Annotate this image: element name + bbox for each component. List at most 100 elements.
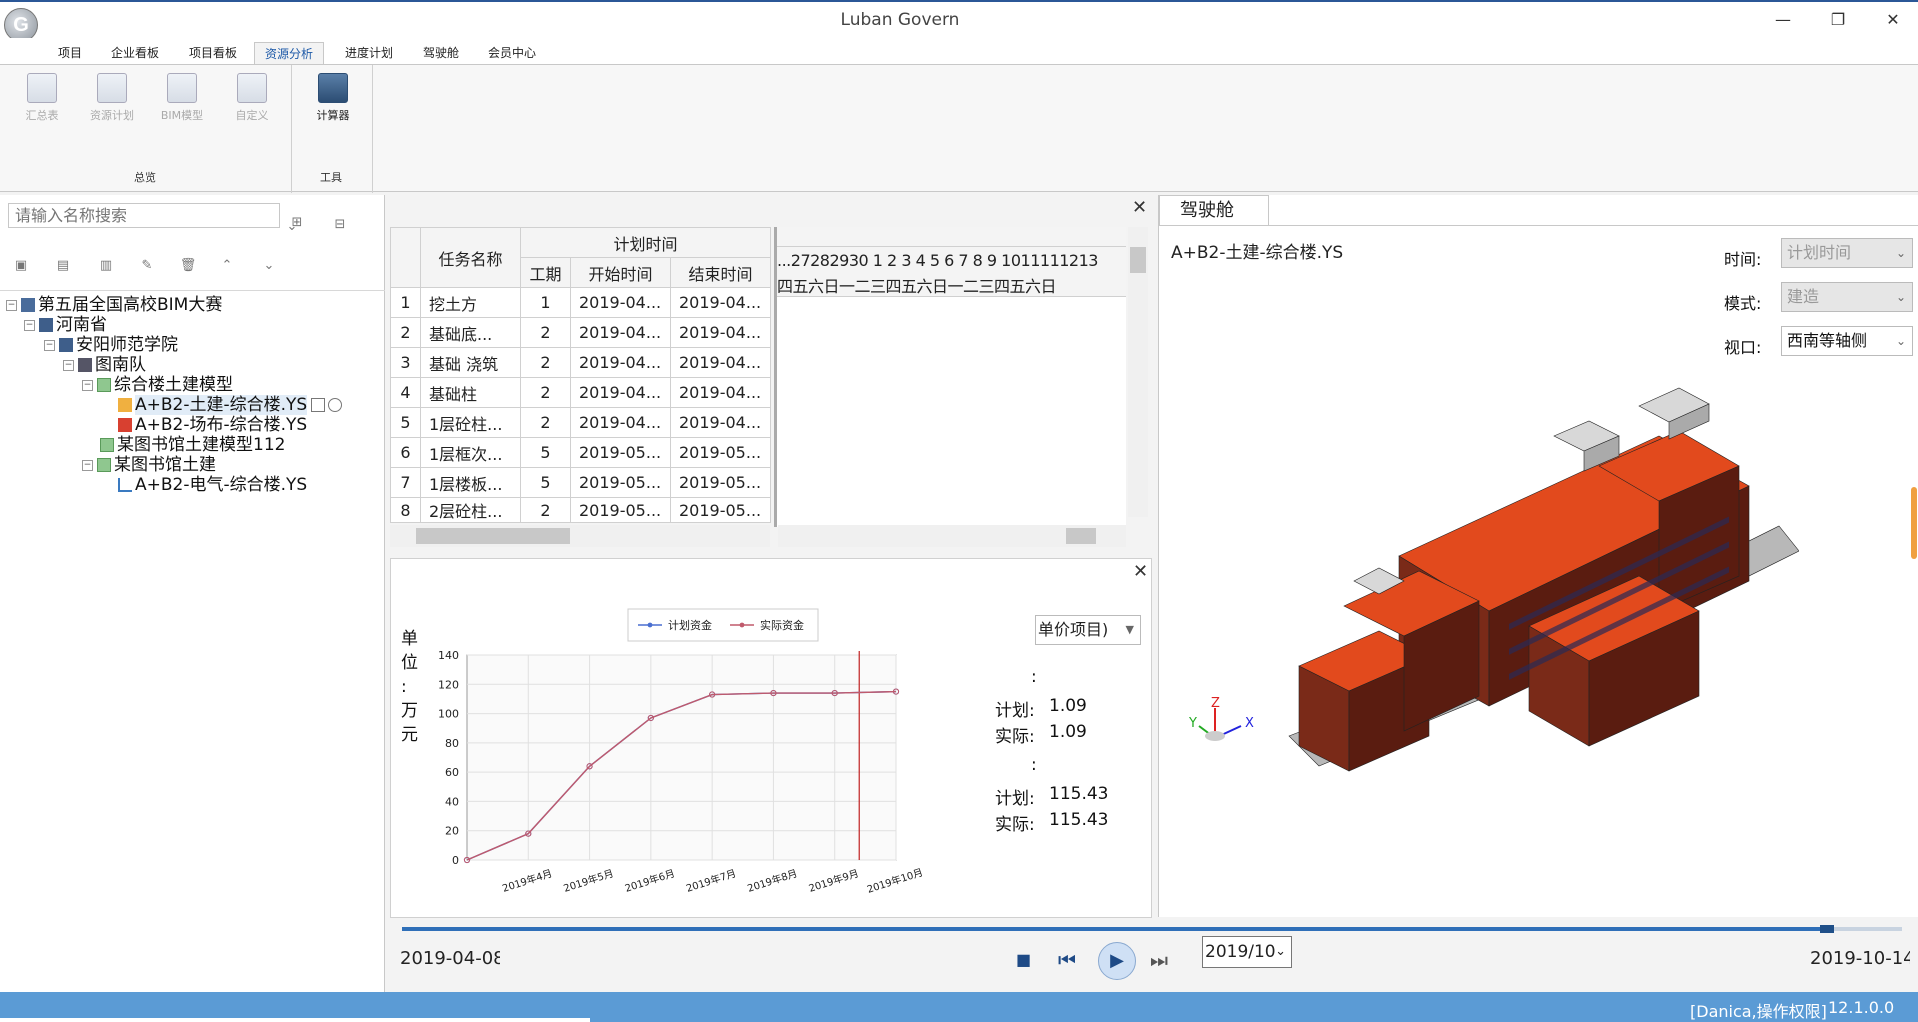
item-type-select[interactable]: 单价项目) ▼ bbox=[1035, 615, 1141, 645]
project-tree-panel: ⌄ ⊞ ⊟ ▣ ▤ ▥ ✎ 🗑 ⌃ ⌄ −第五届全国高校BIM大赛 −河南省 −… bbox=[0, 195, 385, 992]
table-header-end[interactable]: 结束时间 bbox=[670, 257, 771, 288]
menu-tab-enterprise-board[interactable]: 企业看板 bbox=[101, 42, 169, 64]
add-folder-icon[interactable]: ▣ bbox=[12, 258, 30, 274]
collapse-toggle-icon[interactable]: − bbox=[44, 339, 55, 351]
task-panel-close-icon[interactable]: ✕ bbox=[1132, 197, 1147, 218]
collapse-toggle-icon[interactable]: − bbox=[82, 379, 93, 391]
actual-value-2: 115.43 bbox=[1049, 810, 1109, 830]
summary-table-button[interactable]: 汇总表 bbox=[9, 73, 75, 123]
skip-forward-icon: ⏭ bbox=[1150, 948, 1168, 972]
gantt-chart[interactable]: ...27282930 1 2 3 4 5 6 7 8 9 1011111213… bbox=[774, 227, 1126, 527]
calculator-button[interactable]: 计算器 bbox=[300, 73, 366, 123]
cockpit-tab[interactable]: 驾驶舱 bbox=[1159, 195, 1269, 225]
stop-button[interactable]: ■ bbox=[1016, 950, 1038, 972]
resource-plan-button[interactable]: 资源计划 bbox=[79, 73, 145, 123]
task-scroll-thumb[interactable] bbox=[1130, 247, 1146, 273]
table-header-start[interactable]: 开始时间 bbox=[570, 257, 671, 288]
tree-item-site-file[interactable]: A+B2-场布-综合楼.YS bbox=[118, 415, 307, 435]
timeline-track[interactable] bbox=[402, 925, 1902, 933]
task-vertical-scrollbar[interactable] bbox=[1128, 227, 1148, 517]
gantt-header: ...27282930 1 2 3 4 5 6 7 8 9 1011111213… bbox=[777, 247, 1126, 297]
menu-tab-schedule[interactable]: 进度计划 bbox=[335, 42, 403, 64]
ribbon-separator bbox=[372, 65, 373, 193]
table-horizontal-scrollbar[interactable] bbox=[390, 525, 770, 547]
table-header-name[interactable]: 任务名称 bbox=[420, 227, 521, 288]
collapse-toggle-icon[interactable]: − bbox=[24, 319, 35, 331]
table-scroll-thumb[interactable] bbox=[416, 528, 570, 544]
x-tick-label: 2019年7月 bbox=[684, 866, 737, 894]
table-row[interactable]: 1 挖土方 1 2019-04... 2019-04... bbox=[390, 287, 771, 318]
close-button[interactable]: ✕ bbox=[1878, 8, 1908, 32]
collapse-toggle-icon[interactable]: − bbox=[63, 359, 74, 371]
edit-icon[interactable]: ✎ bbox=[138, 258, 156, 274]
plan-value-2: 115.43 bbox=[1049, 784, 1109, 804]
table-row[interactable]: 4 基础柱 2 2019-04... 2019-04... bbox=[390, 377, 771, 408]
y-tick-label: 60 bbox=[445, 766, 459, 779]
table-header-duration[interactable]: 工期 bbox=[520, 257, 571, 288]
expand-all-icon[interactable]: ⊞ bbox=[288, 215, 306, 231]
time-select[interactable]: 计划时间 ⌄ bbox=[1781, 238, 1913, 268]
rewind-button[interactable]: ⏮ bbox=[1058, 948, 1088, 972]
menu-tab-member-center[interactable]: 会员中心 bbox=[478, 42, 546, 64]
tree-item-library-model[interactable]: 某图书馆土建模型112 bbox=[100, 435, 285, 455]
gantt-horizontal-scrollbar[interactable] bbox=[778, 525, 1126, 547]
collapse-toggle-icon[interactable]: − bbox=[6, 299, 17, 311]
tree-item-model-file[interactable]: A+B2-土建-综合楼.YS bbox=[118, 395, 345, 415]
model-viewport[interactable]: A+B2-土建-综合楼.YS 时间: 计划时间 ⌄ 模式: 建造 ⌄ 视口: 西南等… bbox=[1159, 225, 1918, 917]
axis-z-label: Z bbox=[1211, 696, 1220, 711]
bim-model-button[interactable]: BIM模型 bbox=[149, 73, 215, 123]
custom-button[interactable]: 自定义 bbox=[219, 73, 285, 123]
delete-icon[interactable]: 🗑 bbox=[179, 258, 197, 274]
x-tick-label: 2019年5月 bbox=[562, 866, 615, 894]
status-bar: [Danica,操作权限] 12.1.0.0 bbox=[0, 992, 1918, 1022]
table-row[interactable]: 6 1层框次... 5 2019-05... 2019-05... bbox=[390, 437, 771, 468]
add-item-icon[interactable]: ▤ bbox=[54, 258, 72, 274]
play-button[interactable]: ▶ bbox=[1098, 942, 1136, 980]
minimize-button[interactable]: — bbox=[1768, 8, 1798, 32]
tree-item-team[interactable]: − 图南队 bbox=[63, 355, 146, 375]
tree-item-competition[interactable]: − 第五届全国高校BIM大赛 bbox=[6, 295, 222, 315]
timeline-thumb[interactable] bbox=[1820, 925, 1834, 933]
menu-tab-project[interactable]: 项目 bbox=[48, 42, 92, 64]
view-icon[interactable] bbox=[328, 398, 343, 412]
table-header-plan: 计划时间 bbox=[520, 227, 771, 258]
collapse-all-icon[interactable]: ⊟ bbox=[331, 217, 349, 233]
maximize-button[interactable]: ❐ bbox=[1823, 8, 1853, 32]
tree-item-electrical-file[interactable]: A+B2-电气-综合楼.YS bbox=[118, 475, 307, 495]
move-up-icon[interactable]: ⌃ bbox=[218, 258, 236, 274]
detail-icon[interactable] bbox=[311, 398, 326, 412]
chevron-down-icon: ▼ bbox=[1125, 623, 1134, 636]
tree-item-model-group[interactable]: − 综合楼土建模型 bbox=[82, 375, 233, 395]
view-select[interactable]: 西南等轴侧 ⌄ bbox=[1781, 326, 1913, 356]
calculator-icon bbox=[318, 73, 348, 103]
import-icon[interactable]: ▥ bbox=[97, 258, 115, 274]
tree-item-library-civil[interactable]: − 某图书馆土建 bbox=[82, 455, 216, 475]
move-down-icon[interactable]: ⌄ bbox=[260, 258, 278, 274]
forward-button[interactable]: ⏭ bbox=[1150, 948, 1180, 972]
table-row[interactable]: 7 1层楼板... 5 2019-05... 2019-05... bbox=[390, 467, 771, 498]
table-row[interactable]: 2 基础底... 2 2019-04... 2019-04... bbox=[390, 317, 771, 348]
menu-tab-project-board[interactable]: 项目看板 bbox=[179, 42, 247, 64]
tree-item-school[interactable]: − 安阳师范学院 bbox=[44, 335, 178, 355]
tree-item-province[interactable]: − 河南省 bbox=[24, 315, 107, 335]
building-3d-model[interactable] bbox=[1279, 376, 1799, 796]
time-label: 时间: bbox=[1724, 250, 1762, 269]
menu-tab-cockpit[interactable]: 驾驶舱 bbox=[413, 42, 469, 64]
collapse-toggle-icon[interactable]: − bbox=[82, 459, 93, 471]
chart-svg: 0 20 40 60 80 100 120 140 2019年4月 2019年5月 2019年6月 2… bbox=[438, 608, 925, 896]
gantt-scroll-thumb[interactable] bbox=[1066, 528, 1096, 544]
mode-select[interactable]: 建造 ⌄ bbox=[1781, 282, 1913, 312]
status-progress-strip bbox=[0, 1018, 590, 1022]
menu-tab-resource-analysis[interactable]: 资源分析 bbox=[254, 42, 325, 64]
bim-model-icon bbox=[167, 73, 197, 103]
current-date-select[interactable]: 2019/10 ⌄ bbox=[1202, 936, 1292, 968]
table-row[interactable]: 8 2层砼柱... 2 2019-05... 2019-05... bbox=[390, 497, 771, 523]
viewport-scroll-handle[interactable] bbox=[1911, 487, 1917, 559]
search-input[interactable] bbox=[8, 203, 280, 228]
table-row[interactable]: 5 1层砼柱... 2 2019-04... 2019-04... bbox=[390, 407, 771, 438]
gantt-weekdays: 四五六日一二三四五六日一二三四五六日 bbox=[777, 277, 1057, 296]
timeline-start-date: 2019-04-08 bbox=[400, 948, 500, 969]
timeline-end-date: 2019-10-14 bbox=[1810, 948, 1910, 969]
table-row[interactable]: 3 基础 浇筑 2 2019-04... 2019-04... bbox=[390, 347, 771, 378]
chart-panel-close-icon[interactable]: ✕ bbox=[1133, 561, 1148, 582]
